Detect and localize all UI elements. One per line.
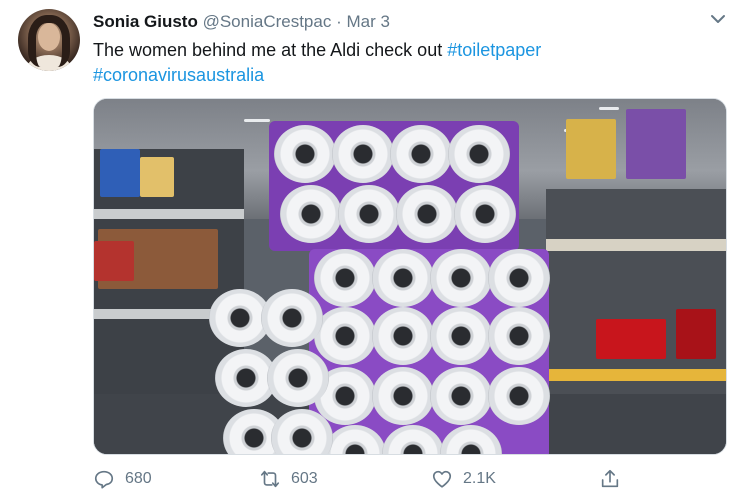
avatar[interactable]: [18, 9, 80, 71]
reply-button[interactable]: 680: [93, 468, 152, 490]
chevron-down-icon[interactable]: [708, 9, 728, 29]
retweet-count: 603: [291, 470, 318, 487]
tweet-text: The women behind me at the Aldi check ou…: [93, 38, 713, 88]
action-bar: 680 603 2.1K: [93, 468, 633, 492]
reply-count: 680: [125, 470, 152, 487]
tweet-text-plain: The women behind me at the Aldi check ou…: [93, 40, 448, 60]
heart-icon: [432, 470, 452, 488]
share-icon: [601, 469, 619, 488]
author-name[interactable]: Sonia Giusto: [93, 12, 198, 31]
reply-icon: [94, 470, 114, 489]
author-handle[interactable]: @SoniaCrestpac: [203, 12, 332, 31]
hashtag-toiletpaper[interactable]: #toiletpaper: [447, 40, 541, 60]
share-button[interactable]: [599, 468, 621, 490]
retweet-icon: [260, 470, 280, 488]
hashtag-coronavirusaustralia[interactable]: #coronavirusaustralia: [93, 65, 264, 85]
tweet-header: Sonia Giusto @SoniaCrestpac · Mar 3: [93, 12, 390, 32]
tweet-photo[interactable]: [93, 98, 727, 455]
separator-dot: ·: [336, 12, 342, 31]
tweet-date[interactable]: Mar 3: [346, 12, 389, 31]
like-button[interactable]: 2.1K: [431, 468, 496, 490]
like-count: 2.1K: [463, 470, 496, 487]
retweet-button[interactable]: 603: [259, 468, 318, 490]
